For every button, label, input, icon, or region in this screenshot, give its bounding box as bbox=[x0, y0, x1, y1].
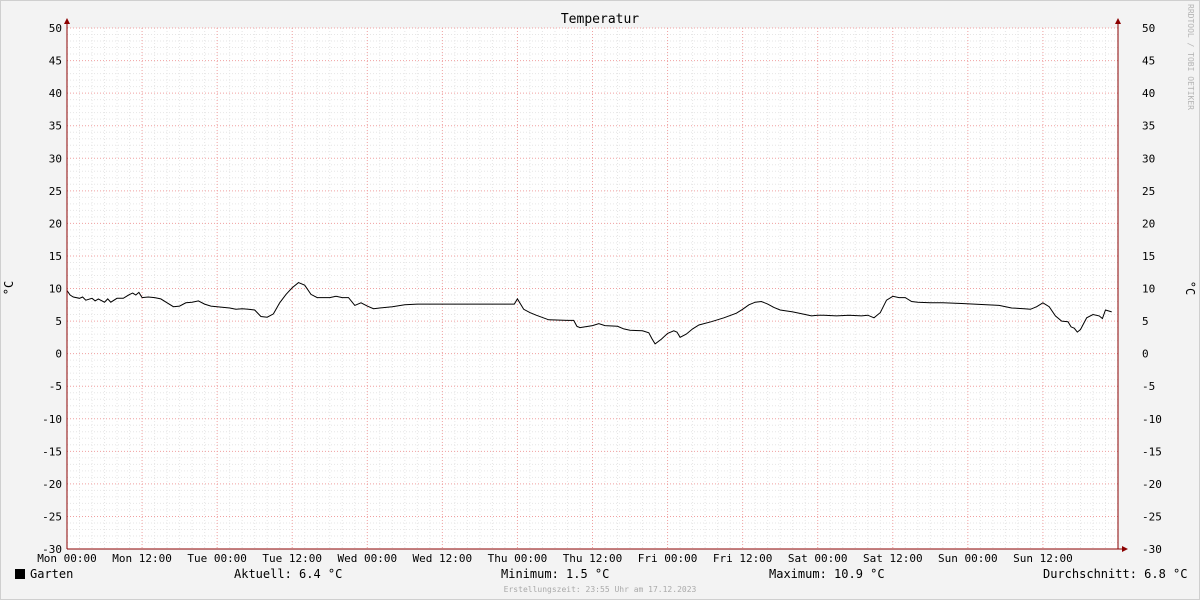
y-tick-label-left: 10 bbox=[49, 283, 62, 296]
x-tick-label: Thu 00:00 bbox=[488, 552, 548, 565]
x-tick-label: Tue 12:00 bbox=[262, 552, 322, 565]
y-tick-label-left: -10 bbox=[42, 413, 62, 426]
y-tick-label-left: 40 bbox=[49, 87, 62, 100]
y-tick-label-right: 25 bbox=[1142, 185, 1155, 198]
x-tick-label: Tue 00:00 bbox=[187, 552, 247, 565]
y-tick-label-left: 45 bbox=[49, 55, 62, 68]
y-tick-label-right: 40 bbox=[1142, 87, 1155, 100]
y-tick-label-right: -25 bbox=[1142, 510, 1162, 523]
y-tick-label-right: 20 bbox=[1142, 217, 1155, 230]
y-tick-label-right: -5 bbox=[1142, 380, 1155, 393]
x-tick-label: Mon 12:00 bbox=[112, 552, 172, 565]
x-tick-label: Mon 00:00 bbox=[37, 552, 97, 565]
y-tick-label-right: 0 bbox=[1142, 348, 1149, 361]
temperature-chart: 50454035302520151050-5-10-15-20-25-30 50… bbox=[0, 0, 1200, 600]
legend-minimum: Minimum: 1.5 °C bbox=[501, 567, 610, 581]
x-tick-label: Wed 12:00 bbox=[413, 552, 473, 565]
x-tick-label: Thu 12:00 bbox=[563, 552, 623, 565]
y-axis-label-right: °C bbox=[1183, 281, 1197, 295]
legend-swatch bbox=[15, 569, 25, 579]
y-tick-label-left: 50 bbox=[49, 22, 62, 35]
y-tick-label-left: -25 bbox=[42, 510, 62, 523]
temperature-chart-window: 50 45 40 35 30 25 20 15 10 5 0 -5 -10 -15 -20 -25 -30 50… bbox=[0, 0, 1200, 600]
y-tick-label-left: 20 bbox=[49, 217, 62, 230]
x-tick-label: Sun 00:00 bbox=[938, 552, 998, 565]
x-tick-label: Fri 12:00 bbox=[713, 552, 773, 565]
y-tick-label-right: -20 bbox=[1142, 478, 1162, 491]
x-tick-label: Sat 12:00 bbox=[863, 552, 923, 565]
y-tick-label-right: 45 bbox=[1142, 55, 1155, 68]
y-tick-label-left: -20 bbox=[42, 478, 62, 491]
legend-average: Durchschnitt: 6.8 °C bbox=[1043, 567, 1188, 581]
chart-title: Temperatur bbox=[561, 12, 639, 27]
legend-series-label: Garten bbox=[30, 567, 74, 581]
y-tick-label-left: 30 bbox=[49, 152, 62, 165]
y-tick-label-right: 35 bbox=[1142, 120, 1155, 133]
creation-time-footer: Erstellungszeit: 23:55 Uhr am 17.12.2023 bbox=[503, 585, 697, 594]
legend: Garten Aktuell: 6.4 °C Minimum: 1.5 °C M… bbox=[0, 567, 1200, 585]
y-tick-label-right: 5 bbox=[1142, 315, 1149, 328]
legend-series: Garten bbox=[15, 567, 73, 581]
y-tick-label-right: 50 bbox=[1142, 22, 1155, 35]
y-tick-label-right: -30 bbox=[1142, 543, 1162, 556]
y-tick-label-right: 10 bbox=[1142, 283, 1155, 296]
y-tick-label-left: -5 bbox=[49, 380, 62, 393]
y-tick-label-left: 35 bbox=[49, 120, 62, 133]
legend-maximum: Maximum: 10.9 °C bbox=[769, 567, 885, 581]
y-tick-label-left: 15 bbox=[49, 250, 62, 263]
y-tick-label-left: 5 bbox=[55, 315, 62, 328]
y-tick-label-left: 0 bbox=[55, 348, 62, 361]
y-axis-label-left: °C bbox=[2, 281, 16, 295]
y-tick-label-right: -10 bbox=[1142, 413, 1162, 426]
rrdtool-watermark: RRDTOOL / TOBI OETIKER bbox=[1186, 4, 1195, 110]
legend-current: Aktuell: 6.4 °C bbox=[234, 567, 343, 581]
y-tick-label-right: -15 bbox=[1142, 445, 1162, 458]
x-tick-label: Sun 12:00 bbox=[1013, 552, 1073, 565]
y-tick-label-left: -15 bbox=[42, 445, 62, 458]
x-tick-label: Sat 00:00 bbox=[788, 552, 848, 565]
y-tick-label-left: 25 bbox=[49, 185, 62, 198]
x-tick-label: Fri 00:00 bbox=[638, 552, 698, 565]
x-tick-label: Wed 00:00 bbox=[337, 552, 397, 565]
y-tick-label-right: 30 bbox=[1142, 152, 1155, 165]
y-tick-label-right: 15 bbox=[1142, 250, 1155, 263]
